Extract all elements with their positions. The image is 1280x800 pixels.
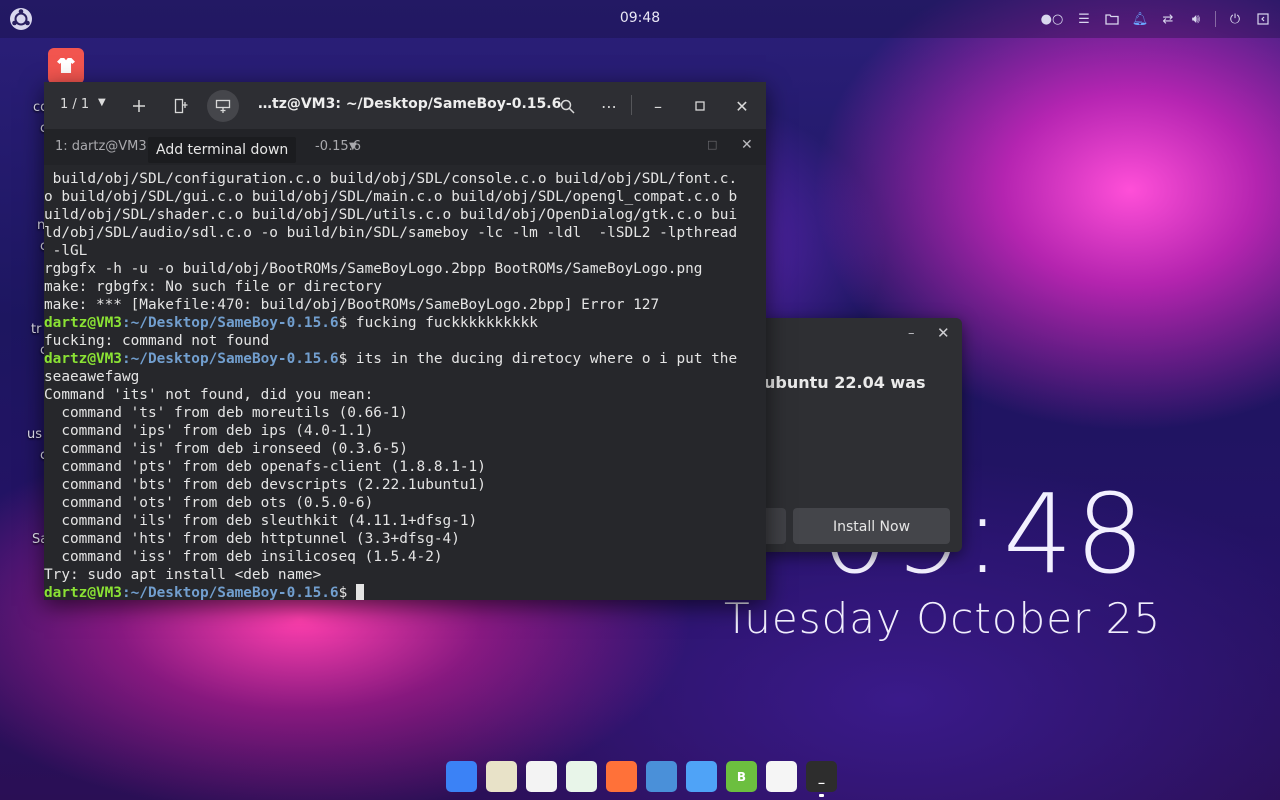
output-line: Try: sudo apt install <deb name> — [44, 567, 322, 583]
prompt-user: dartz@VM3 — [44, 585, 122, 601]
desktop-app-icon[interactable] — [48, 48, 84, 84]
notifications-icon[interactable]: 🔔︎ — [1131, 10, 1149, 28]
prompt-user: dartz@VM3 — [44, 351, 122, 367]
show-desktop-icon[interactable] — [1254, 10, 1272, 28]
app-store-icon[interactable] — [446, 761, 477, 792]
new-tab-button[interactable] — [123, 90, 155, 122]
spreadsheet-icon[interactable] — [566, 761, 597, 792]
top-panel: 09:48 ●○ ☰ 🔔︎ ⇄ 🔊︎ ⏻ — [0, 0, 1280, 38]
terminal-icon[interactable]: _ — [806, 761, 837, 797]
add-terminal-down-button[interactable] — [207, 90, 239, 122]
tshirt-icon — [57, 58, 75, 73]
output-line: command 'hts' from deb httptunnel (3.3+d… — [44, 531, 460, 547]
more-icon: ⋯ — [601, 96, 617, 116]
output-line: make: rgbgfx: No such file or directory — [44, 279, 382, 295]
dialog-message: ubuntu 22.04 was — [764, 373, 926, 392]
tooltip: Add terminal down — [148, 137, 297, 163]
output-line: command 'iss' from deb insilicoseq (1.5.… — [44, 549, 443, 565]
output-line: uild/obj/SDL/shader.c.o build/obj/SDL/ut… — [44, 207, 738, 223]
output-line: command 'pts' from deb openafs-client (1… — [44, 459, 486, 475]
tasks-icon[interactable]: ☰ — [1075, 10, 1093, 28]
output-line: seaeawefawg — [44, 369, 140, 385]
files-icon[interactable] — [1103, 10, 1121, 28]
close-button[interactable]: ✕ — [726, 90, 758, 122]
desktop-label[interactable]: tr — [31, 322, 41, 337]
output-line: command 'is' from deb ironseed (0.3.6-5) — [44, 441, 408, 457]
prompt-line: dartz@VM3:~/Desktop/SameBoy-0.15.6$ — [44, 584, 766, 602]
chevron-down-icon[interactable]: ▼ — [98, 97, 106, 108]
prompt-line: dartz@VM3:~/Desktop/SameBoy-0.15.6$ fuck… — [44, 314, 766, 332]
rhythmbox-icon[interactable] — [486, 761, 517, 792]
install-now-button[interactable]: Install Now — [793, 508, 950, 544]
terminal-output[interactable]: build/obj/SDL/configuration.c.o build/ob… — [44, 170, 766, 602]
window-title: …tz@VM3: ~/Desktop/SameBoy-0.15.6 — [258, 96, 562, 112]
desktop-clock-date: Tuesday October 25 — [724, 594, 1162, 643]
prompt-line: dartz@VM3:~/Desktop/SameBoy-0.15.6$ its … — [44, 350, 766, 368]
power-icon[interactable]: ⏻ — [1226, 10, 1244, 28]
firefox-icon[interactable] — [606, 761, 637, 792]
search-icon — [560, 99, 575, 114]
output-line: rgbgfx -h -u -o build/obj/BootROMs/SameB… — [44, 261, 703, 277]
network-icon[interactable]: ⇄ — [1159, 10, 1177, 28]
prompt-path: :~/Desktop/SameBoy-0.15.6 — [121, 315, 339, 331]
text-editor-icon[interactable] — [526, 761, 557, 792]
minimize-button[interactable]: – — [642, 90, 674, 122]
session-switcher[interactable]: 1 / 1 — [60, 97, 89, 112]
minimize-icon: – — [654, 96, 662, 116]
output-line: Command 'its' not found, did you mean: — [44, 387, 374, 403]
desktop-label[interactable]: us — [27, 427, 42, 442]
tab-maximize-icon[interactable]: □ — [707, 138, 717, 151]
output-line: make: *** [Makefile:470: build/obj/BootR… — [44, 297, 660, 313]
command-text: $ its in the ducing diretocy where o i p… — [338, 351, 738, 367]
output-line: build/obj/SDL/configuration.c.o build/ob… — [44, 171, 738, 187]
chevron-down-icon[interactable]: ▼ — [349, 141, 357, 152]
maximize-button[interactable] — [684, 90, 716, 122]
output-line: o build/obj/SDL/gui.c.o build/obj/SDL/ma… — [44, 189, 738, 205]
dock-icon-glyph: B — [736, 769, 747, 784]
split-down-icon — [215, 99, 231, 113]
package-installer-icon[interactable]: B — [726, 761, 757, 792]
dock: B _ — [446, 761, 837, 797]
prompt-path: :~/Desktop/SameBoy-0.15.6 — [121, 585, 339, 601]
output-line: ld/obj/SDL/audio/sdl.c.o -o build/bin/SD… — [44, 225, 738, 241]
output-line: command 'bts' from deb devscripts (2.22.… — [44, 477, 486, 493]
terminal-tab-title[interactable]: 1: dartz@VM3 — [55, 139, 147, 154]
workspace-indicator-icon[interactable]: ●○ — [1039, 10, 1065, 28]
dock-icon-glyph: _ — [818, 769, 825, 784]
files-icon[interactable] — [646, 761, 677, 792]
volume-icon[interactable]: 🔊︎ — [1187, 10, 1205, 28]
close-icon: ✕ — [735, 96, 749, 116]
split-right-icon — [174, 98, 188, 114]
running-indicator — [819, 794, 824, 797]
command-text: $ — [338, 585, 356, 601]
document-viewer-icon[interactable] — [766, 761, 797, 792]
search-button[interactable] — [551, 90, 583, 122]
dialog-close-button[interactable]: ✕ — [937, 324, 950, 342]
software-update-dialog: – ✕ ubuntu 22.04 was Install Now — [760, 318, 962, 552]
system-tray: ●○ ☰ 🔔︎ ⇄ 🔊︎ ⏻ — [1039, 8, 1272, 30]
prompt-path: :~/Desktop/SameBoy-0.15.6 — [121, 351, 339, 367]
menu-button[interactable]: ⋯ — [593, 90, 625, 122]
output-line: -lGL — [44, 243, 88, 259]
terminal-headerbar: 1 / 1 ▼ …tz@VM3: ~/Desktop/SameBoy-0.15.… — [44, 82, 766, 129]
text-cursor — [355, 584, 364, 600]
headerbar-separator — [631, 95, 632, 115]
output-line: command 'ts' from deb moreutils (0.66-1) — [44, 405, 408, 421]
prompt-user: dartz@VM3 — [44, 315, 122, 331]
add-terminal-right-button[interactable] — [165, 90, 197, 122]
tray-separator — [1215, 11, 1216, 27]
software-updater-icon[interactable] — [686, 761, 717, 792]
output-line: command 'ils' from deb sleuthkit (4.11.1… — [44, 513, 478, 529]
command-text: $ fucking fuckkkkkkkkkk — [338, 315, 538, 331]
output-line: command 'ips' from deb ips (4.0-1.1) — [44, 423, 374, 439]
output-line: fucking: command not found — [44, 333, 270, 349]
dialog-minimize-button[interactable]: – — [908, 326, 915, 341]
tab-close-icon[interactable]: ✕ — [741, 137, 753, 153]
output-line: command 'ots' from deb ots (0.5.0-6) — [44, 495, 374, 511]
maximize-icon — [695, 101, 705, 111]
plus-icon — [133, 100, 145, 112]
